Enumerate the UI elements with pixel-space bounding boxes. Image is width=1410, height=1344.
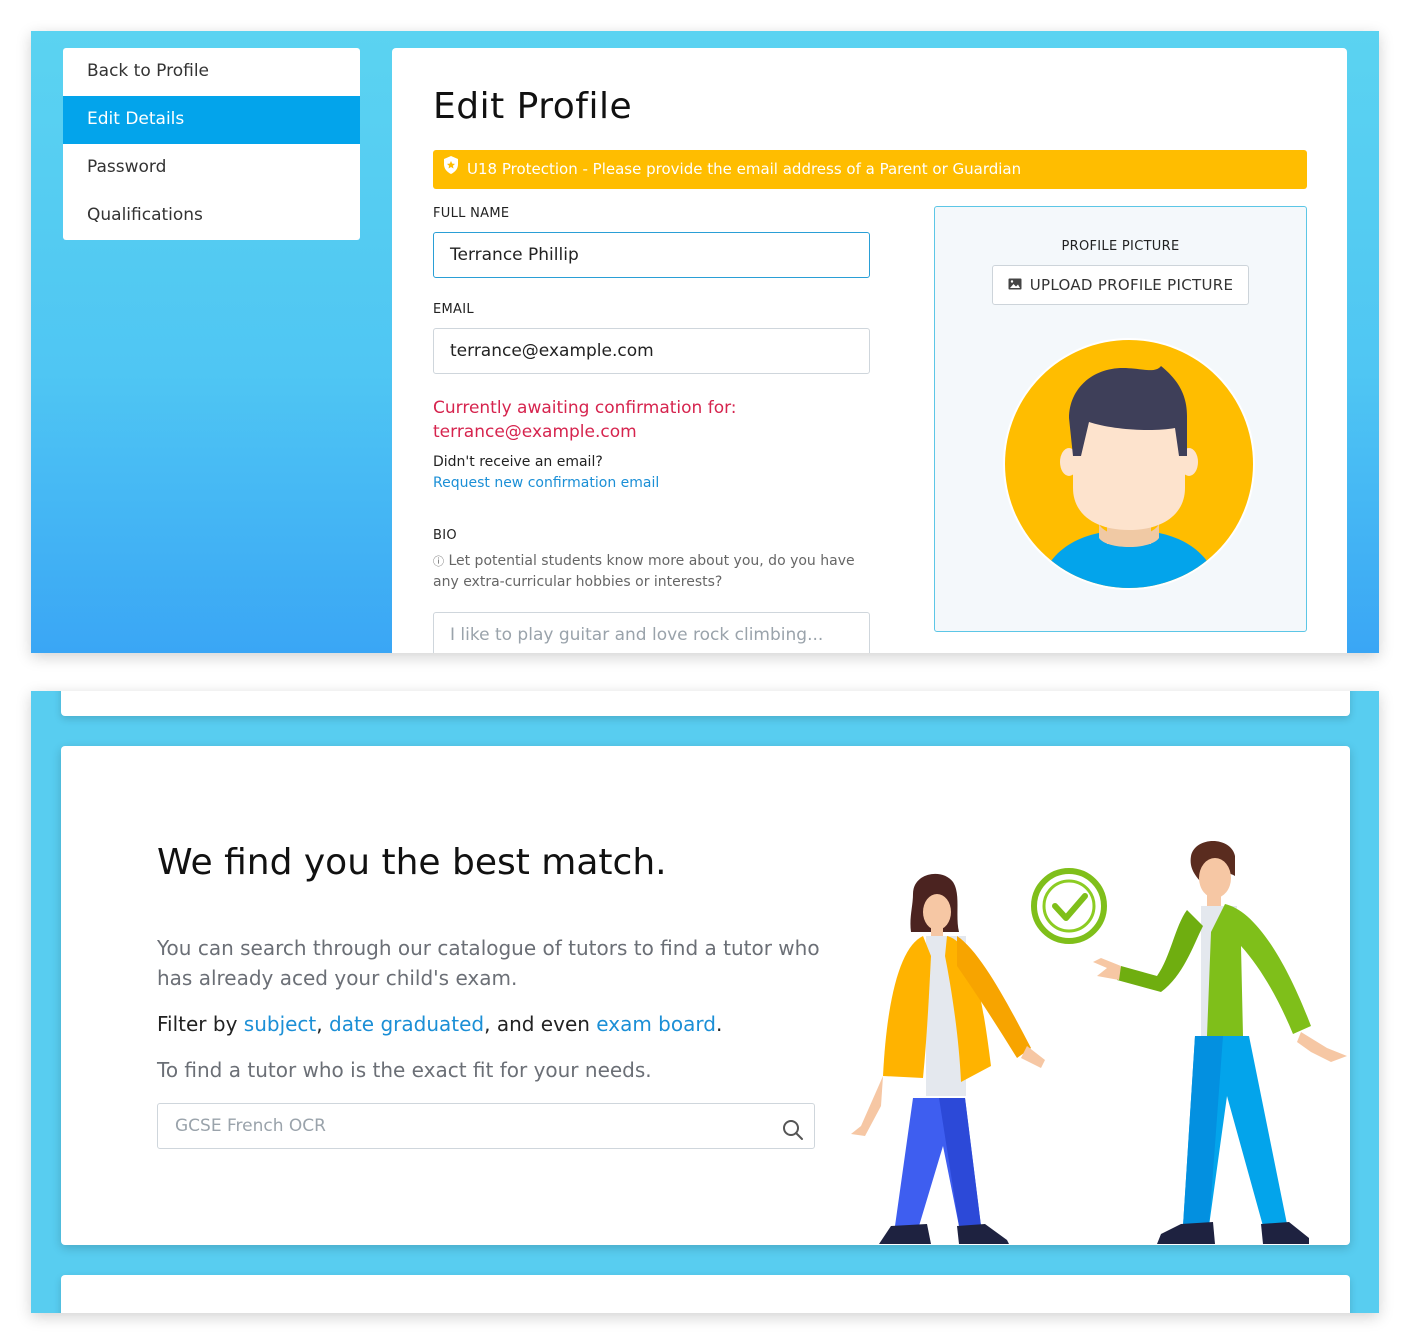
image-icon	[1008, 276, 1022, 294]
full-name-input[interactable]: Terrance Phillip	[433, 232, 870, 278]
edit-profile-panel: Back to Profile Edit Details Password Qu…	[31, 31, 1379, 653]
email-label: EMAIL	[433, 302, 474, 317]
full-name-label: FULL NAME	[433, 206, 510, 221]
profile-picture-label: PROFILE PICTURE	[1061, 239, 1180, 254]
man-figure	[1093, 841, 1347, 1244]
marketing-panel: We find you the best match. You can sear…	[31, 691, 1379, 1313]
feature-paragraph-1: You can search through our catalogue of …	[157, 936, 820, 990]
sidebar-item-back-to-profile[interactable]: Back to Profile	[63, 48, 360, 96]
filter-subject-link[interactable]: subject	[244, 1012, 317, 1036]
upload-button-label: UPLOAD PROFILE PICTURE	[1029, 276, 1234, 294]
awaiting-email: terrance@example.com	[433, 422, 637, 442]
edit-profile-card: Edit Profile U18 Protection - Please pro…	[392, 48, 1347, 653]
shield-icon	[443, 150, 459, 189]
feature-filter-line: Filter by subject, date graduated, and e…	[157, 1009, 837, 1039]
bio-textarea[interactable]: I like to play guitar and love rock clim…	[433, 612, 870, 653]
next-card-edge	[61, 1275, 1350, 1313]
woman-figure	[851, 873, 1045, 1244]
u18-protection-alert: U18 Protection - Please provide the emai…	[433, 150, 1307, 189]
tutor-search-input[interactable]: GCSE French OCR	[157, 1103, 815, 1149]
alert-text: U18 Protection - Please provide the emai…	[467, 160, 1022, 178]
bio-hint: ⓘ Let potential students know more about…	[433, 551, 873, 593]
no-email-text: Didn't receive an email?	[433, 454, 603, 470]
previous-card-edge	[61, 691, 1350, 716]
awaiting-label: Currently awaiting confirmation for:	[433, 398, 737, 418]
feature-title: We find you the best match.	[157, 842, 667, 883]
filter-date-link[interactable]: date graduated	[329, 1012, 484, 1036]
request-confirmation-link[interactable]: Request new confirmation email	[433, 475, 659, 491]
profile-avatar	[1003, 338, 1255, 594]
filter-prefix: Filter by	[157, 1012, 244, 1036]
checkmark-icon	[1031, 868, 1107, 944]
filter-sep-2: , and even	[484, 1012, 597, 1036]
awaiting-confirmation-text: Currently awaiting confirmation for: ter…	[433, 396, 773, 444]
profile-picture-box: PROFILE PICTURE UPLOAD PROFILE PICTURE	[934, 206, 1307, 632]
sidebar-item-edit-details[interactable]: Edit Details	[63, 96, 360, 144]
page-title: Edit Profile	[433, 86, 633, 127]
match-illustration	[831, 836, 1350, 1245]
filter-end: .	[715, 1012, 723, 1036]
profile-sidebar: Back to Profile Edit Details Password Qu…	[63, 48, 360, 240]
best-match-card: We find you the best match. You can sear…	[61, 746, 1350, 1245]
filter-sep-1: ,	[316, 1012, 329, 1036]
bio-label: BIO	[433, 528, 457, 543]
search-placeholder: GCSE French OCR	[175, 1116, 326, 1136]
filter-board-link[interactable]: exam board	[596, 1012, 716, 1036]
feature-paragraph-3: To find a tutor who is the exact fit for…	[157, 1058, 652, 1082]
search-icon[interactable]	[782, 1114, 804, 1158]
email-input[interactable]: terrance@example.com	[433, 328, 870, 374]
upload-profile-picture-button[interactable]: UPLOAD PROFILE PICTURE	[992, 265, 1249, 305]
sidebar-item-qualifications[interactable]: Qualifications	[63, 192, 360, 240]
sidebar-item-password[interactable]: Password	[63, 144, 360, 192]
bio-hint-text: Let potential students know more about y…	[433, 553, 855, 590]
info-icon: ⓘ	[433, 555, 444, 568]
